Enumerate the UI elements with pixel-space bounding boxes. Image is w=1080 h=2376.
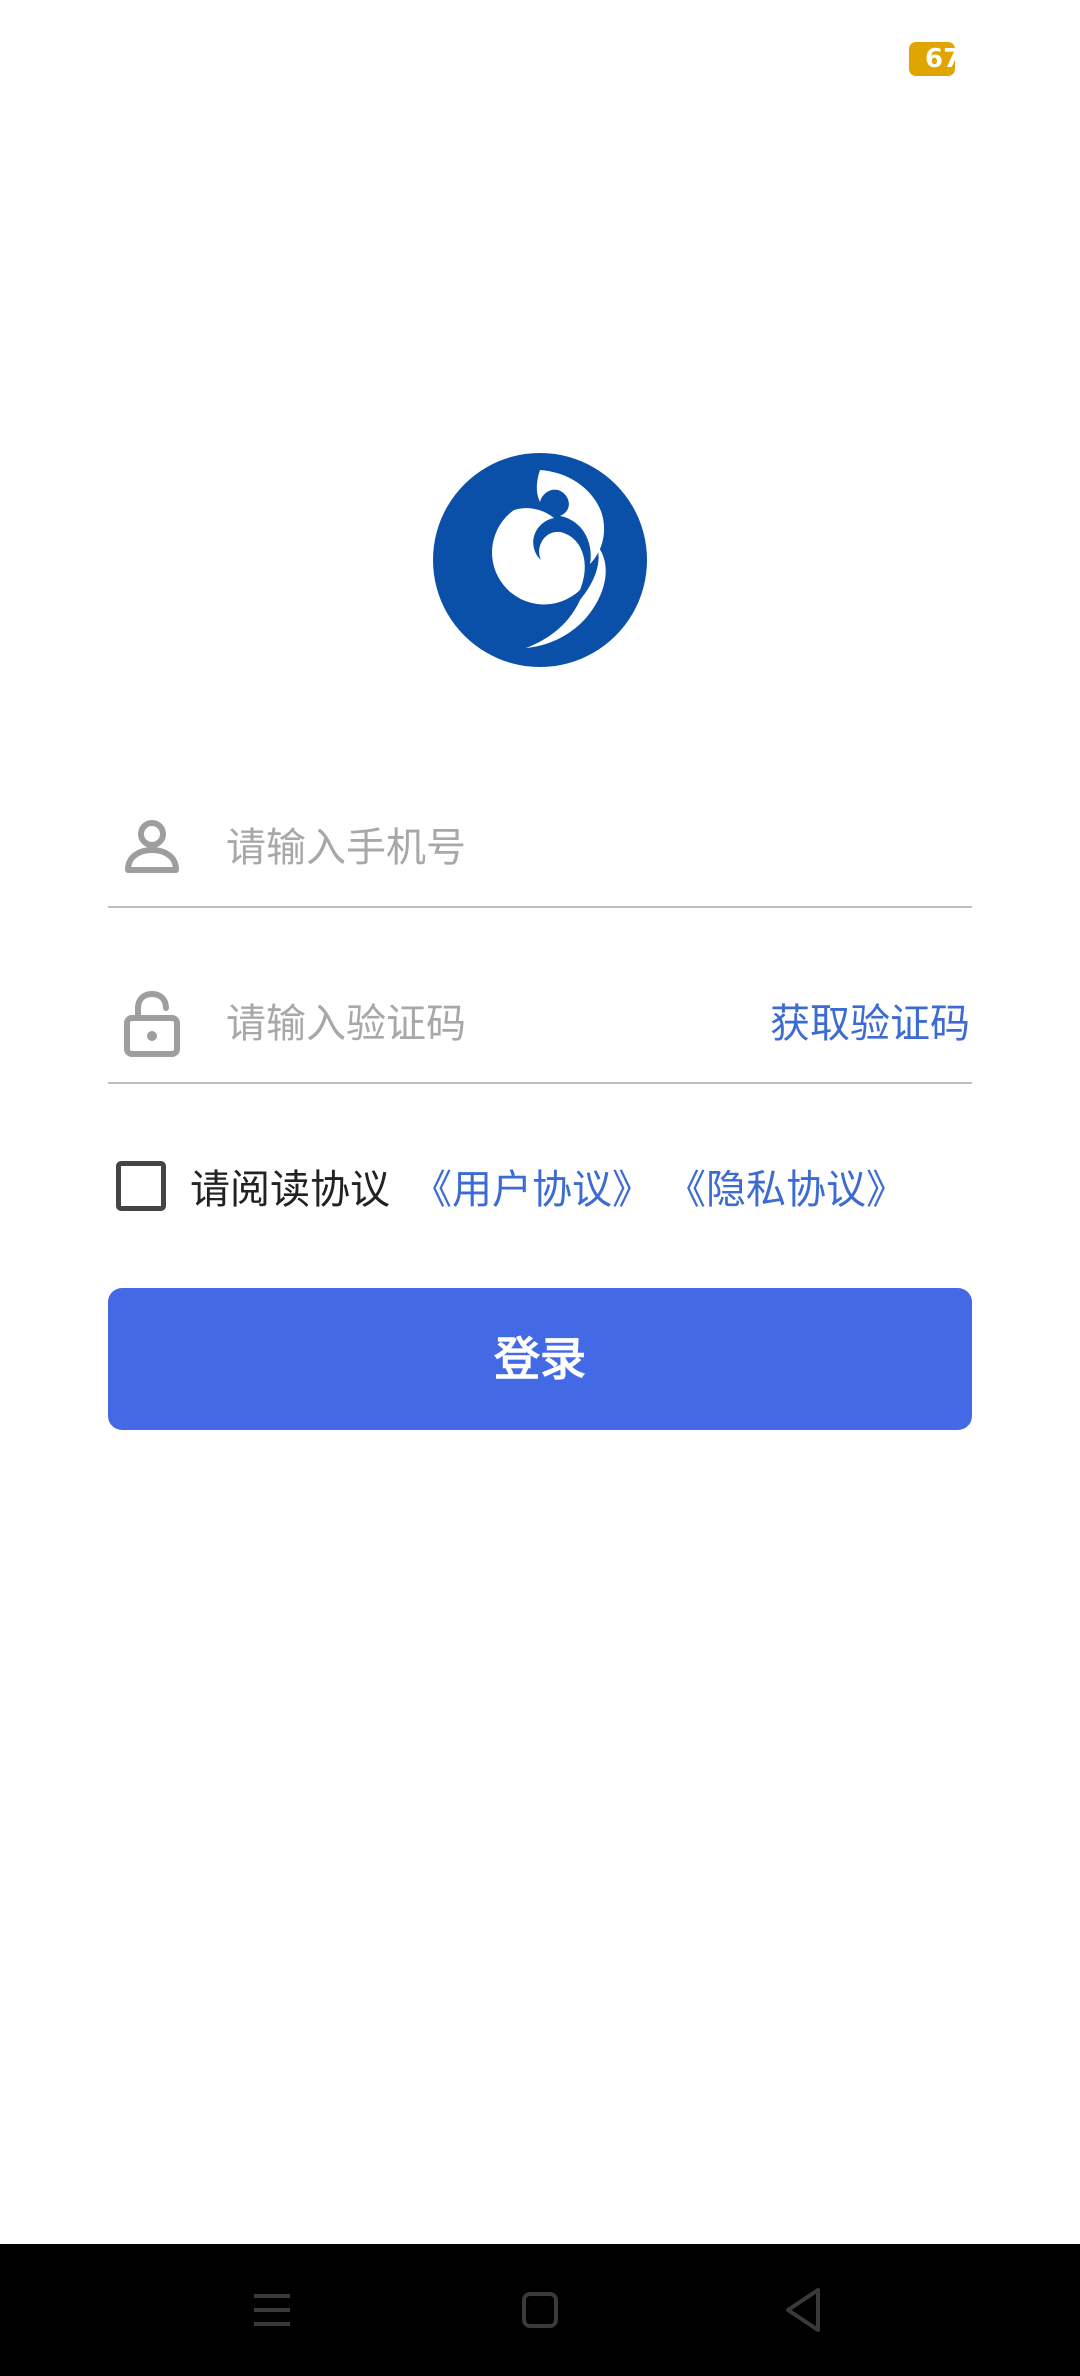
app-logo-icon bbox=[433, 453, 648, 667]
user-agreement-link[interactable]: 《用户协议》 bbox=[412, 1157, 652, 1215]
privacy-agreement-link[interactable]: 《隐私协议》 bbox=[666, 1157, 906, 1215]
agreement-checkbox[interactable] bbox=[116, 1161, 166, 1211]
login-button[interactable]: 登录 bbox=[108, 1288, 972, 1430]
login-screen: 67 获取验证码 请阅读协议 《用户协议》 《隐私协议》 登录 bbox=[0, 0, 1080, 2376]
system-navigation-bar bbox=[0, 2244, 1080, 2376]
back-icon[interactable] bbox=[768, 2274, 840, 2346]
menu-icon[interactable] bbox=[236, 2274, 308, 2346]
agreement-prefix: 请阅读协议 bbox=[190, 1167, 390, 1213]
agreement-row: 请阅读协议 《用户协议》 《隐私协议》 bbox=[116, 1156, 976, 1216]
phone-input-row bbox=[108, 788, 972, 908]
status-bar: 67 bbox=[0, 0, 1080, 110]
verification-code-input[interactable] bbox=[226, 988, 726, 1060]
user-icon bbox=[125, 820, 179, 873]
home-icon[interactable] bbox=[504, 2274, 576, 2346]
phone-input[interactable] bbox=[226, 812, 966, 884]
get-code-button[interactable]: 获取验证码 bbox=[770, 988, 970, 1060]
code-input-row: 获取验证码 bbox=[108, 964, 972, 1084]
lock-icon bbox=[124, 990, 180, 1057]
battery-indicator: 67 bbox=[909, 42, 955, 76]
